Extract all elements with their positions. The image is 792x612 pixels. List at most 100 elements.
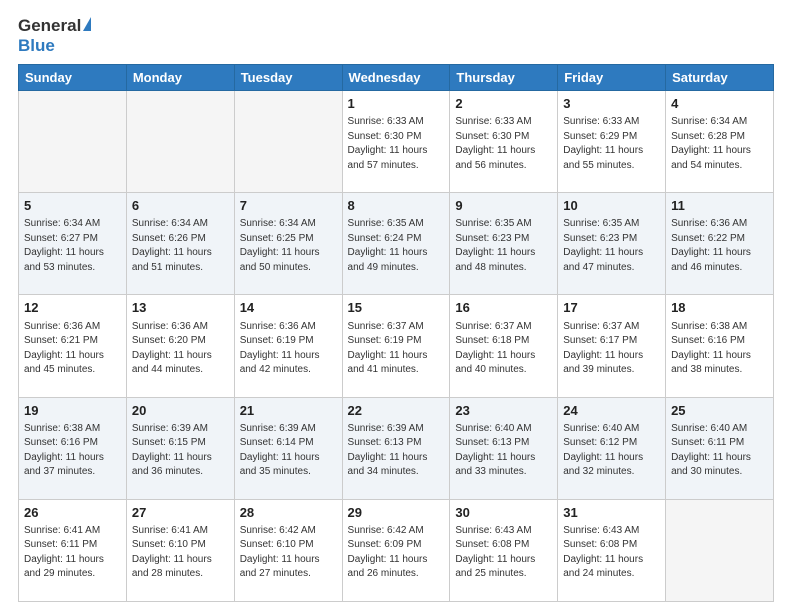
day-cell: 21 Sunrise: 6:39 AM Sunset: 6:14 PM Dayli…	[234, 397, 342, 499]
day-number: 10	[563, 197, 660, 215]
day-cell: 6 Sunrise: 6:34 AM Sunset: 6:26 PM Daylig…	[126, 193, 234, 295]
day-detail: Sunrise: 6:39 AM Sunset: 6:13 PM Dayligh…	[348, 422, 445, 480]
logo-triangle-icon	[83, 17, 91, 31]
weekday-header-tuesday: Tuesday	[234, 64, 342, 90]
week-row-5: 26 Sunrise: 6:41 AM Sunset: 6:11 PM Dayli…	[19, 499, 774, 601]
day-number: 7	[240, 197, 337, 215]
day-number: 22	[348, 402, 445, 420]
day-detail: Sunrise: 6:42 AM Sunset: 6:10 PM Dayligh…	[240, 524, 337, 582]
day-cell: 10Sunrise: 6:35 AM Sunset: 6:23 PM Dayli…	[558, 193, 666, 295]
day-cell	[234, 90, 342, 192]
weekday-header-friday: Friday	[558, 64, 666, 90]
day-cell: 8Sunrise: 6:35 AM Sunset: 6:24 PM Daylig…	[342, 193, 450, 295]
day-cell: 31 Sunrise: 6:43 AM Sunset: 6:08 PM Dayli…	[558, 499, 666, 601]
weekday-header-wednesday: Wednesday	[342, 64, 450, 90]
day-cell	[666, 499, 774, 601]
day-detail: Sunrise: 6:38 AM Sunset: 6:16 PM Dayligh…	[671, 320, 768, 378]
day-number: 12	[24, 299, 121, 317]
day-detail: Sunrise: 6:43 AM Sunset: 6:08 PM Dayligh…	[563, 524, 660, 582]
day-number: 27	[132, 504, 229, 522]
day-cell: 2 Sunrise: 6:33 AM Sunset: 6:30 PM Daylig…	[450, 90, 558, 192]
day-number: 30	[455, 504, 552, 522]
day-cell: 28 Sunrise: 6:42 AM Sunset: 6:10 PM Dayli…	[234, 499, 342, 601]
day-cell: 11 Sunrise: 6:36 AM Sunset: 6:22 PM Dayli…	[666, 193, 774, 295]
day-cell: 30Sunrise: 6:43 AM Sunset: 6:08 PM Dayli…	[450, 499, 558, 601]
day-cell: 1Sunrise: 6:33 AM Sunset: 6:30 PM Daylig…	[342, 90, 450, 192]
day-number: 1	[348, 95, 445, 113]
day-detail: Sunrise: 6:36 AM Sunset: 6:20 PM Dayligh…	[132, 320, 229, 378]
day-number: 14	[240, 299, 337, 317]
day-number: 13	[132, 299, 229, 317]
day-number: 6	[132, 197, 229, 215]
day-detail: Sunrise: 6:33 AM Sunset: 6:30 PM Dayligh…	[455, 115, 552, 173]
day-cell: 26 Sunrise: 6:41 AM Sunset: 6:11 PM Dayli…	[19, 499, 127, 601]
day-detail: Sunrise: 6:36 AM Sunset: 6:19 PM Dayligh…	[240, 320, 337, 378]
day-detail: Sunrise: 6:40 AM Sunset: 6:11 PM Dayligh…	[671, 422, 768, 480]
day-cell: 20Sunrise: 6:39 AM Sunset: 6:15 PM Dayli…	[126, 397, 234, 499]
day-number: 15	[348, 299, 445, 317]
day-cell: 5Sunrise: 6:34 AM Sunset: 6:27 PM Daylig…	[19, 193, 127, 295]
day-detail: Sunrise: 6:38 AM Sunset: 6:16 PM Dayligh…	[24, 422, 121, 480]
day-cell: 29 Sunrise: 6:42 AM Sunset: 6:09 PM Dayli…	[342, 499, 450, 601]
day-cell: 4Sunrise: 6:34 AM Sunset: 6:28 PM Daylig…	[666, 90, 774, 192]
day-number: 31	[563, 504, 660, 522]
day-detail: Sunrise: 6:41 AM Sunset: 6:10 PM Dayligh…	[132, 524, 229, 582]
day-number: 24	[563, 402, 660, 420]
day-detail: Sunrise: 6:42 AM Sunset: 6:09 PM Dayligh…	[348, 524, 445, 582]
calendar: SundayMondayTuesdayWednesdayThursdayFrid…	[18, 64, 774, 602]
day-number: 28	[240, 504, 337, 522]
day-detail: Sunrise: 6:39 AM Sunset: 6:14 PM Dayligh…	[240, 422, 337, 480]
week-row-4: 19 Sunrise: 6:38 AM Sunset: 6:16 PM Dayli…	[19, 397, 774, 499]
week-row-1: 1 Sunrise: 6:33 AM Sunset: 6:30 PM Daylig…	[19, 90, 774, 192]
day-detail: Sunrise: 6:39 AM Sunset: 6:15 PM Dayligh…	[132, 422, 229, 480]
day-number: 21	[240, 402, 337, 420]
day-number: 4	[671, 95, 768, 113]
page: General Blue SundayMondayTuesdayWednesda…	[0, 0, 792, 612]
week-row-2: 5Sunrise: 6:34 AM Sunset: 6:27 PM Daylig…	[19, 193, 774, 295]
weekday-header-thursday: Thursday	[450, 64, 558, 90]
day-number: 5	[24, 197, 121, 215]
day-number: 26	[24, 504, 121, 522]
day-number: 19	[24, 402, 121, 420]
day-number: 3	[563, 95, 660, 113]
day-detail: Sunrise: 6:40 AM Sunset: 6:13 PM Dayligh…	[455, 422, 552, 480]
day-cell: 14 Sunrise: 6:36 AM Sunset: 6:19 PM Dayli…	[234, 295, 342, 397]
day-cell: 9 Sunrise: 6:35 AM Sunset: 6:23 PM Daylig…	[450, 193, 558, 295]
day-number: 17	[563, 299, 660, 317]
day-number: 9	[455, 197, 552, 215]
day-detail: Sunrise: 6:34 AM Sunset: 6:26 PM Dayligh…	[132, 217, 229, 275]
day-cell: 13 Sunrise: 6:36 AM Sunset: 6:20 PM Dayli…	[126, 295, 234, 397]
day-cell: 12 Sunrise: 6:36 AM Sunset: 6:21 PM Dayli…	[19, 295, 127, 397]
weekday-header-saturday: Saturday	[666, 64, 774, 90]
weekday-header-monday: Monday	[126, 64, 234, 90]
day-cell: 24 Sunrise: 6:40 AM Sunset: 6:12 PM Dayli…	[558, 397, 666, 499]
day-cell: 7Sunrise: 6:34 AM Sunset: 6:25 PM Daylig…	[234, 193, 342, 295]
logo: General Blue	[18, 16, 91, 56]
weekday-header-row: SundayMondayTuesdayWednesdayThursdayFrid…	[19, 64, 774, 90]
day-detail: Sunrise: 6:37 AM Sunset: 6:18 PM Dayligh…	[455, 320, 552, 378]
day-detail: Sunrise: 6:33 AM Sunset: 6:29 PM Dayligh…	[563, 115, 660, 173]
day-number: 23	[455, 402, 552, 420]
day-number: 18	[671, 299, 768, 317]
header: General Blue	[18, 16, 774, 56]
week-row-3: 12 Sunrise: 6:36 AM Sunset: 6:21 PM Dayli…	[19, 295, 774, 397]
day-number: 11	[671, 197, 768, 215]
day-detail: Sunrise: 6:37 AM Sunset: 6:19 PM Dayligh…	[348, 320, 445, 378]
day-detail: Sunrise: 6:40 AM Sunset: 6:12 PM Dayligh…	[563, 422, 660, 480]
day-cell: 27 Sunrise: 6:41 AM Sunset: 6:10 PM Dayli…	[126, 499, 234, 601]
logo-general: General	[18, 16, 81, 36]
day-detail: Sunrise: 6:36 AM Sunset: 6:21 PM Dayligh…	[24, 320, 121, 378]
day-number: 2	[455, 95, 552, 113]
day-cell: 19 Sunrise: 6:38 AM Sunset: 6:16 PM Dayli…	[19, 397, 127, 499]
day-cell: 22 Sunrise: 6:39 AM Sunset: 6:13 PM Dayli…	[342, 397, 450, 499]
day-number: 8	[348, 197, 445, 215]
day-detail: Sunrise: 6:36 AM Sunset: 6:22 PM Dayligh…	[671, 217, 768, 275]
day-detail: Sunrise: 6:41 AM Sunset: 6:11 PM Dayligh…	[24, 524, 121, 582]
day-cell	[19, 90, 127, 192]
day-number: 29	[348, 504, 445, 522]
logo-text: General Blue	[18, 16, 91, 56]
day-detail: Sunrise: 6:35 AM Sunset: 6:23 PM Dayligh…	[455, 217, 552, 275]
day-cell: 16Sunrise: 6:37 AM Sunset: 6:18 PM Dayli…	[450, 295, 558, 397]
logo-blue: Blue	[18, 36, 55, 55]
day-cell: 25Sunrise: 6:40 AM Sunset: 6:11 PM Dayli…	[666, 397, 774, 499]
